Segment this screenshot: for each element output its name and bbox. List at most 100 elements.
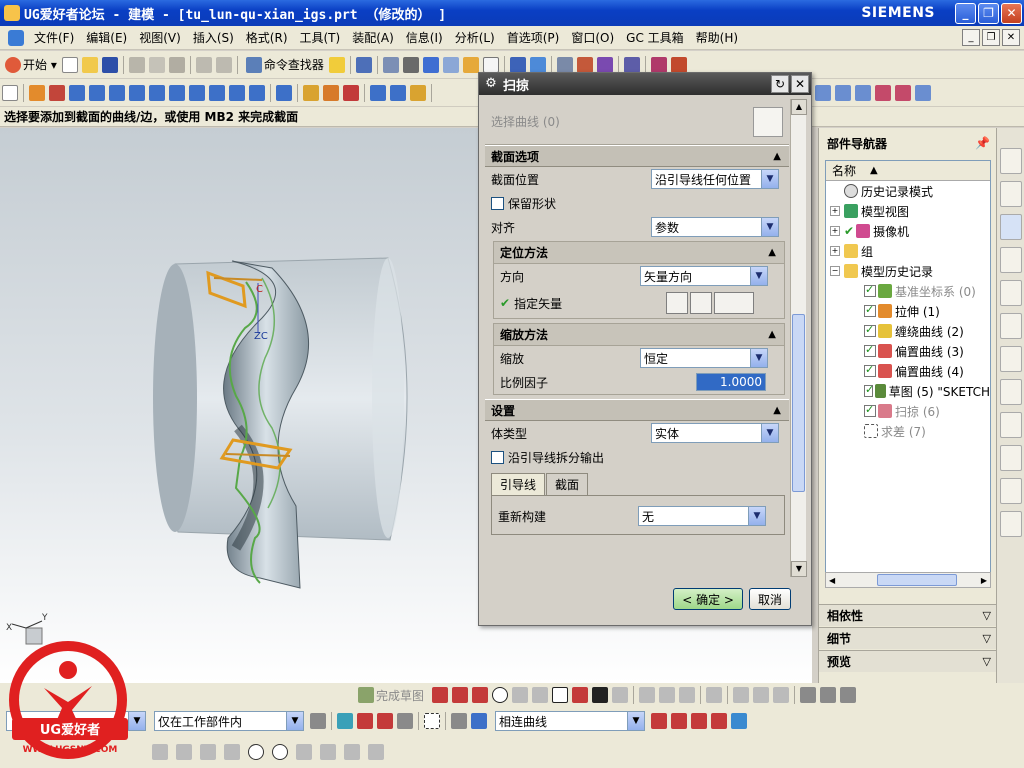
visibility-checkbox[interactable] [864, 383, 875, 397]
expand-icon[interactable]: + [830, 226, 840, 236]
render-icon[interactable] [623, 56, 640, 73]
auto-constrain-icon[interactable] [753, 687, 770, 703]
groove-icon[interactable] [249, 84, 265, 101]
point-icon[interactable] [592, 687, 609, 703]
midpoint-icon[interactable] [176, 743, 192, 760]
scale-factor-input[interactable]: 1.0000 [696, 373, 766, 391]
intersection-icon[interactable] [224, 743, 240, 760]
restore-button[interactable]: ❐ [978, 2, 999, 24]
sweep-icon[interactable] [410, 84, 426, 101]
swept-surface-icon[interactable] [875, 84, 891, 101]
quick-extend-icon[interactable] [659, 687, 676, 703]
box-icon[interactable] [482, 56, 499, 73]
navigator-hscrollbar[interactable]: ◀ ▶ [825, 572, 991, 588]
tangent-curves-icon[interactable] [671, 713, 687, 729]
doc-close-button[interactable]: ✕ [1002, 29, 1020, 46]
fillet-icon[interactable] [512, 687, 529, 703]
visibility-checkbox[interactable] [864, 323, 876, 337]
pin-icon[interactable]: 📌 [975, 136, 990, 150]
menu-assembly[interactable]: 装配(A) [346, 29, 400, 46]
tree-node-offset-curve-4[interactable]: 偏置曲线 (4) [826, 361, 990, 381]
system-scenes-icon[interactable] [999, 445, 1022, 471]
name-column-header[interactable]: 名称 ▲ [826, 161, 990, 181]
ok-button[interactable]: < 确定 > [673, 588, 743, 610]
rectangle-icon[interactable] [552, 687, 569, 703]
feature-select-icon[interactable] [397, 713, 413, 729]
color-icon[interactable] [462, 56, 479, 73]
menu-window[interactable]: 窗口(O) [565, 29, 620, 46]
visibility-checkbox[interactable] [864, 283, 876, 297]
split-output-checkbox[interactable] [491, 450, 504, 464]
command-finder-button[interactable]: 命令查找器 [241, 54, 327, 76]
arc-icon[interactable] [472, 687, 489, 703]
cut-icon[interactable] [128, 56, 145, 73]
analysis-icon[interactable] [556, 56, 573, 73]
visibility-checkbox[interactable] [864, 303, 876, 317]
tree-node-model-history[interactable]: − 模型历史记录 [826, 261, 990, 281]
align-select[interactable]: 参数 ▼ [651, 217, 779, 237]
menu-view[interactable]: 视图(V) [133, 29, 187, 46]
close-button[interactable]: ✕ [1001, 2, 1022, 24]
reset-button[interactable]: ↻ [771, 75, 789, 93]
point-on-surface-icon[interactable] [344, 743, 360, 760]
wcs-icon[interactable] [529, 56, 546, 73]
line-icon[interactable] [452, 687, 469, 703]
extension-icon[interactable] [915, 84, 931, 101]
finish-sketch-label[interactable]: 完成草图 [376, 687, 424, 704]
doc-minimize-button[interactable]: _ [962, 29, 980, 46]
save-icon[interactable] [101, 56, 118, 73]
reuse-library-icon[interactable] [999, 247, 1022, 273]
body-type-select[interactable]: 实体 ▼ [651, 423, 779, 443]
settings-header[interactable]: 设置 ▲ [485, 399, 789, 421]
pocket-icon[interactable] [189, 84, 205, 101]
keep-shape-row[interactable]: 保留形状 [485, 191, 789, 215]
menu-file[interactable]: 文件(F) [28, 29, 80, 46]
through-curves-icon[interactable] [815, 84, 831, 101]
edit-object-icon[interactable] [402, 56, 419, 73]
snap-icon[interactable] [596, 56, 613, 73]
tree-node-extrude[interactable]: 拉伸 (1) [826, 301, 990, 321]
section-options-header[interactable]: 截面选项 ▲ [485, 145, 789, 167]
orientation-header[interactable]: 定位方法 ▲ [494, 242, 784, 264]
chamfer-sketch-icon[interactable] [532, 687, 549, 703]
history-icon[interactable] [999, 313, 1022, 339]
preview-section[interactable]: 预览 ▽ [819, 650, 997, 672]
scale-select[interactable]: 恒定 ▼ [640, 348, 768, 368]
quadrant-icon[interactable] [272, 743, 288, 760]
finish-sketch-icon[interactable] [358, 687, 374, 703]
assembly-navigator-icon[interactable] [999, 148, 1022, 174]
scroll-up-icon[interactable]: ▲ [791, 99, 807, 115]
offset-icon[interactable] [612, 687, 629, 703]
expand-icon[interactable]: + [830, 206, 840, 216]
sphere-icon[interactable] [129, 84, 145, 101]
menu-insert[interactable]: 插入(S) [187, 29, 240, 46]
process-studio-icon[interactable] [999, 379, 1022, 405]
selection-icon[interactable] [355, 56, 372, 73]
menu-analysis[interactable]: 分析(L) [449, 29, 501, 46]
menu-tools[interactable]: 工具(T) [294, 29, 347, 46]
circle-icon[interactable] [492, 687, 509, 703]
slot-icon[interactable] [229, 84, 245, 101]
tree-node-sweep[interactable]: 扫掠 (6) [826, 401, 990, 421]
constraint-icon[interactable] [733, 687, 750, 703]
scroll-right-icon[interactable]: ▶ [981, 576, 990, 585]
select-all-icon[interactable] [337, 713, 353, 729]
dialog-close-button[interactable]: ✕ [791, 75, 809, 93]
face-edges-icon[interactable] [691, 713, 707, 729]
hole-icon[interactable] [149, 84, 165, 101]
sew-icon[interactable] [390, 84, 406, 101]
show-constraints-icon[interactable] [773, 687, 790, 703]
snap-mode-icon[interactable] [377, 713, 393, 729]
menu-gc-toolbox[interactable]: GC 工具箱 [620, 29, 690, 46]
hscroll-thumb[interactable] [877, 574, 957, 586]
tree-node-wrap-curve[interactable]: 缠绕曲线 (2) [826, 321, 990, 341]
visibility-checkbox[interactable] [864, 403, 876, 417]
tree-node-sketch[interactable]: 草图 (5) "SKETCH [826, 381, 990, 401]
tree-node-history-mode[interactable]: 历史记录模式 [826, 181, 990, 201]
scroll-down-icon[interactable]: ▼ [791, 561, 807, 577]
select-curve-row[interactable]: 选择曲线 (0) [485, 99, 789, 145]
knowledge-icon[interactable] [999, 511, 1022, 537]
profile-icon[interactable] [432, 687, 449, 703]
stop-at-intersection-icon[interactable] [711, 713, 727, 729]
shaded-icon[interactable] [422, 56, 439, 73]
